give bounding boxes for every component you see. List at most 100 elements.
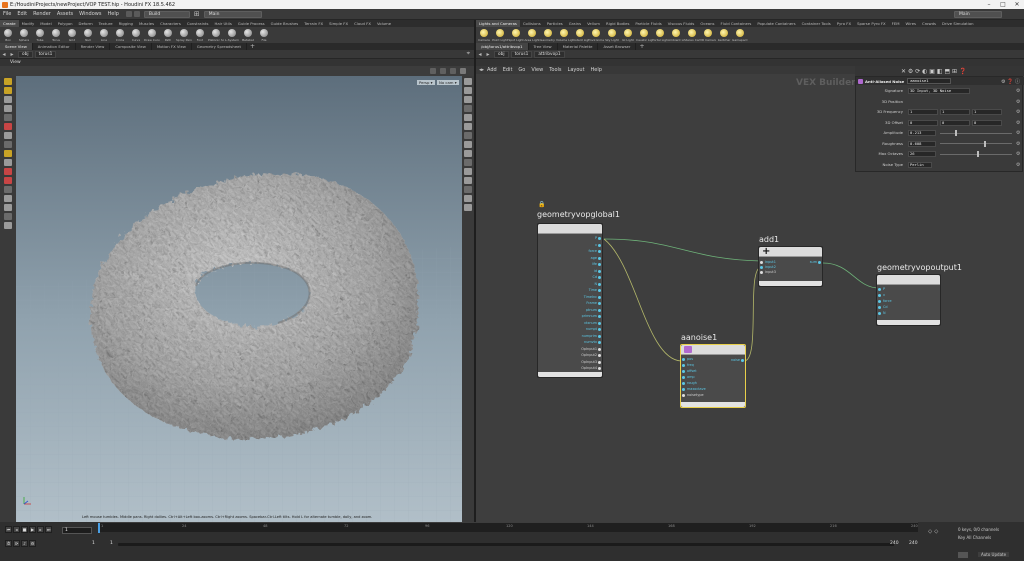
output-input-dot[interactable] <box>878 300 881 303</box>
normals-display-icon[interactable] <box>464 132 472 139</box>
ghost-other-icon[interactable] <box>464 168 472 175</box>
shelf-tool[interactable]: Box <box>1 28 15 42</box>
add-input1-dot[interactable] <box>760 261 763 264</box>
tab-animation-editor[interactable]: Animation Editor <box>33 43 76 50</box>
shelf-tab[interactable]: Rigid Bodies <box>603 20 632 27</box>
shelf-tool[interactable]: Stereo Camera <box>684 28 700 42</box>
shelf-tool[interactable]: Sphere <box>17 28 31 42</box>
lasso-icon[interactable] <box>4 195 12 202</box>
shelf-tool[interactable]: Tube <box>33 28 47 42</box>
layers-icon[interactable] <box>4 222 12 229</box>
add-tab-icon-right[interactable]: + <box>639 43 644 50</box>
wireframe-icon[interactable] <box>464 114 472 121</box>
pose-tool-icon[interactable] <box>4 123 12 130</box>
output-input-dot[interactable] <box>878 306 881 309</box>
shelf-tool[interactable]: Metaball <box>241 28 255 42</box>
shelf-tool[interactable]: Point Light <box>492 28 508 42</box>
shelf-tool[interactable]: Portal Light <box>652 28 668 42</box>
shelf-tab[interactable]: Simple FX <box>326 20 351 27</box>
path-obj-right[interactable]: obj <box>494 50 509 58</box>
param-gear-icon[interactable]: ⚙ <box>1016 120 1020 126</box>
brush-tool-icon[interactable] <box>4 150 12 157</box>
shelf-tool[interactable]: Area Light <box>524 28 540 42</box>
param-slider-knob[interactable] <box>955 130 958 136</box>
display-options-icon[interactable] <box>430 68 436 74</box>
shelf-tab[interactable]: Sparse Pyro FX <box>854 20 889 27</box>
play-icon[interactable]: ▶ <box>29 526 36 533</box>
realtime-icon[interactable]: ⏱ <box>5 540 12 547</box>
param-header-icons[interactable]: ⚙ ❓ ⓘ <box>1001 78 1020 85</box>
path-torus1[interactable]: torus1 <box>34 50 57 58</box>
global-output-dot[interactable] <box>598 347 601 351</box>
shelf-tool[interactable]: Switcher <box>717 28 731 42</box>
back-arrow-icon-right[interactable]: ◂ <box>476 51 484 58</box>
aanoise-input-dot[interactable] <box>682 382 685 385</box>
loop-icon[interactable]: ⟳ <box>13 540 20 547</box>
param-vector-field[interactable]: 0 <box>940 119 970 126</box>
tab-material-palette[interactable]: Material Palette <box>558 43 599 50</box>
add-sum-dot[interactable] <box>818 261 821 264</box>
aanoise-input-dot[interactable] <box>682 394 685 397</box>
home-view-icon[interactable] <box>464 87 472 94</box>
param-gear-icon[interactable]: ⚙ <box>1016 141 1020 147</box>
global-output-dot[interactable] <box>598 263 601 266</box>
param-gear-icon[interactable]: ⚙ <box>1016 151 1020 157</box>
shelf-tool[interactable]: Circle <box>113 28 127 42</box>
shelf-tab[interactable]: Volume <box>374 20 394 27</box>
path-torus1-right[interactable]: torus1 <box>510 50 533 58</box>
shelf-tab[interactable]: Rigging <box>116 20 136 27</box>
shelf-tool[interactable]: Camera <box>477 28 491 42</box>
viewport-menu-icon[interactable] <box>460 68 466 74</box>
shelf-tool[interactable]: Distant Light <box>572 28 588 42</box>
tab-asset-browser[interactable]: Asset Browser <box>598 43 637 50</box>
global-output-dot[interactable] <box>598 360 601 364</box>
global-output-dot[interactable] <box>598 289 601 292</box>
shelf-tool[interactable]: Ambient Light <box>668 28 684 42</box>
param-value-field[interactable]: 0.213 <box>908 130 936 136</box>
move-tool-icon[interactable] <box>4 87 12 94</box>
shelf-tab[interactable]: Collisions <box>520 20 544 27</box>
global-output-dot[interactable] <box>598 256 601 260</box>
shelf-tool[interactable]: Geometry Light <box>540 28 556 42</box>
shelf-tab[interactable]: Hair Utils <box>212 20 235 27</box>
isolate-icon[interactable] <box>464 177 472 184</box>
global-output-dot[interactable] <box>598 282 601 286</box>
global-output-dot[interactable] <box>598 243 601 247</box>
tab-geometry-spreadsheet[interactable]: Geometry Spreadsheet <box>192 43 247 50</box>
output-input-dot[interactable] <box>878 312 881 315</box>
aanoise-input-dot[interactable] <box>682 358 685 361</box>
aanoise-node-name[interactable]: aanoise1 <box>681 333 717 342</box>
maximize-button[interactable]: □ <box>996 0 1010 9</box>
point-numbers-icon[interactable] <box>464 150 472 157</box>
forward-arrow-icon-right[interactable]: ▸ <box>484 51 492 58</box>
update-mode-icon[interactable] <box>958 552 968 558</box>
shelf-tab[interactable]: Terrain FX <box>301 20 326 27</box>
minimize-button[interactable]: – <box>982 0 996 9</box>
shelf-tool[interactable]: VR Camera <box>700 28 716 42</box>
view-tool-icon[interactable] <box>4 132 12 139</box>
timeline-ruler[interactable]: 1 24 48 72 96 120 144 168 192 216 240 <box>98 522 918 533</box>
scene-viewport[interactable]: Persp ▾ No cam ▾ Left mouse tumbles. Mid… <box>16 76 462 522</box>
global-output-dot[interactable] <box>598 328 601 331</box>
param-gear-icon[interactable]: ⚙ <box>1016 162 1020 168</box>
global-output-dot[interactable] <box>598 341 601 344</box>
main-desk-dropdown[interactable]: Main <box>203 10 262 18</box>
shelf-tool[interactable]: L-System <box>225 28 239 42</box>
shelf-tool[interactable]: Spray Paint <box>176 28 192 42</box>
tab-composite-view[interactable]: Composite View <box>110 43 152 50</box>
step-forward-icon[interactable]: ▸ <box>37 526 44 533</box>
global-output-dot[interactable] <box>598 354 601 357</box>
shelf-tool[interactable]: Grid <box>65 28 79 42</box>
add-input3-dot[interactable] <box>760 271 763 274</box>
global-node[interactable]: Pv force age life id Cd N Time TimeInc Frame ptnum… <box>537 223 603 378</box>
param-gear-icon[interactable]: ⚙ <box>1016 130 1020 136</box>
menu-windows[interactable]: Windows <box>76 9 104 20</box>
param-slider[interactable] <box>940 143 1012 144</box>
param-gear-icon[interactable]: ⚙ <box>1016 99 1020 105</box>
shelf-tab[interactable]: Characters <box>157 20 184 27</box>
shelf-tab[interactable]: Fluid Containers <box>718 20 755 27</box>
shelf-tab[interactable]: Vellum <box>584 20 603 27</box>
param-vector-field[interactable]: 1 <box>940 109 970 115</box>
shading-mode-icon[interactable] <box>464 105 472 112</box>
menu-file[interactable]: File <box>0 9 14 20</box>
